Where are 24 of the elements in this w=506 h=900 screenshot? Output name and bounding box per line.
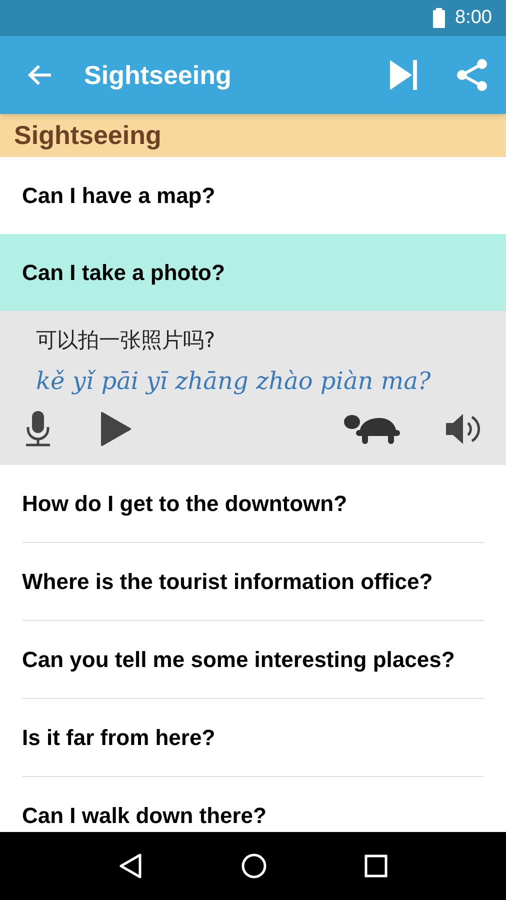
phrase-text: Can you tell me some interesting places? bbox=[22, 646, 455, 674]
back-arrow-icon bbox=[27, 63, 53, 87]
phrase-text: Where is the tourist information office? bbox=[22, 568, 433, 596]
screen-title: Sightseeing bbox=[84, 58, 232, 92]
microphone-icon[interactable] bbox=[24, 411, 52, 447]
play-icon[interactable] bbox=[100, 411, 132, 447]
phrase-text: Can I have a map? bbox=[22, 182, 216, 210]
battery-icon bbox=[433, 8, 446, 28]
phrase-row[interactable]: Can I take a photo? bbox=[0, 234, 506, 311]
home-icon[interactable] bbox=[240, 853, 267, 879]
speaker-icon[interactable] bbox=[444, 411, 482, 447]
back-icon[interactable] bbox=[118, 853, 144, 879]
pinyin-text: kě yǐ pāi yī zhāng zhào piàn ma? bbox=[36, 366, 431, 395]
phrase-text: Can I walk down there? bbox=[22, 802, 266, 830]
phrase-text: Is it far from here? bbox=[22, 724, 216, 752]
phrase-text: How do I get to the downtown? bbox=[22, 490, 348, 518]
turtle-icon[interactable] bbox=[344, 412, 402, 446]
skip-next-icon bbox=[390, 60, 418, 90]
phrase-text: Can I take a photo? bbox=[22, 259, 225, 287]
section-title: Sightseeing bbox=[14, 119, 162, 152]
chinese-text: 可以拍一张照片吗? bbox=[36, 327, 216, 354]
clock: 8:00 bbox=[455, 6, 492, 30]
share-icon bbox=[455, 58, 489, 92]
recents-icon[interactable] bbox=[364, 854, 388, 878]
